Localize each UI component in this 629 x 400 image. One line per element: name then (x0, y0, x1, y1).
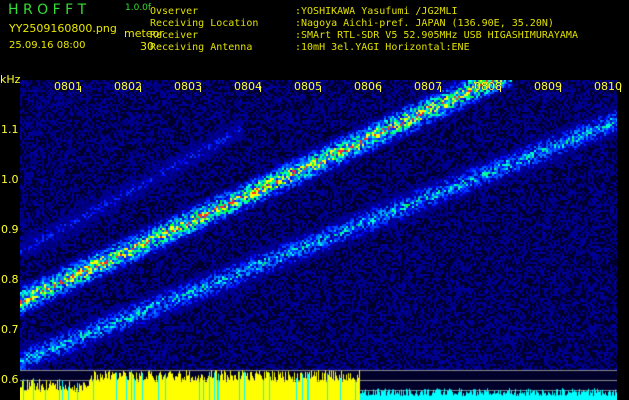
freq-label: 1.0 (1, 173, 19, 186)
info-value-receiver: :SMArt RTL-SDR V5 52.905MHz USB HIGASHIM… (295, 30, 578, 41)
time-label: 0810 (594, 80, 622, 93)
time-tick (320, 86, 321, 92)
freq-label: 0.9 (1, 223, 19, 236)
time-tick (80, 86, 81, 92)
time-label: 0808 (474, 80, 502, 93)
info-label-observer: Ovserver (150, 6, 199, 17)
version: 1.0.0f (125, 3, 152, 13)
time-tick (260, 86, 261, 92)
time-label: 0801 (54, 80, 82, 93)
time-label: 0802 (114, 80, 142, 93)
time-tick (380, 86, 381, 92)
freq-label: 0.6 (1, 373, 19, 386)
info-value-location: :Nagoya Aichi-pref. JAPAN (136.90E, 35.2… (295, 18, 554, 29)
info-value-antenna: :10mH 3el.YAGI Horizontal:ENE (295, 42, 470, 53)
time-label: 0806 (354, 80, 382, 93)
info-label-receiver: Receiver (150, 30, 199, 41)
app-title: H R O F F T (8, 2, 87, 18)
freq-label: 1.1 (1, 123, 19, 136)
freq-label: 0.8 (1, 273, 19, 286)
time-tick (620, 86, 621, 92)
info-value-observer: :YOSHIKAWA Yasufumi /JG2MLI (295, 6, 458, 17)
datetime: 25.09.16 08:00 (9, 40, 86, 51)
time-label: 0804 (234, 80, 262, 93)
time-tick (500, 86, 501, 92)
unit-label: kHz (0, 73, 21, 86)
info-label-antenna: Receiving Antenna (150, 42, 253, 53)
info-label-location: Receiving Location (150, 18, 259, 29)
time-tick (140, 86, 141, 92)
time-tick (560, 86, 561, 92)
time-label: 0805 (294, 80, 322, 93)
freq-label: 0.7 (1, 323, 19, 336)
filename: YY2509160800.png (9, 22, 117, 35)
time-tick (440, 86, 441, 92)
time-label: 0809 (534, 80, 562, 93)
time-label: 0807 (414, 80, 442, 93)
spectrogram (20, 80, 617, 400)
time-label: 0803 (174, 80, 202, 93)
time-tick (200, 86, 201, 92)
